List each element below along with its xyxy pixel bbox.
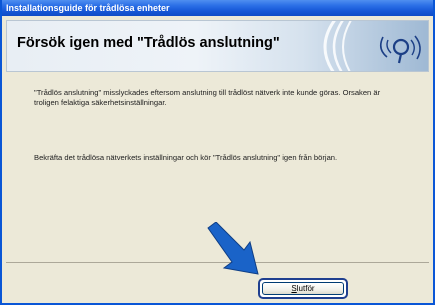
header-banner: Försök igen med "Trådlös anslutning"	[6, 20, 429, 72]
installer-window: Installationsguide för trådlösa enheter …	[0, 0, 435, 305]
error-message: "Trådlös anslutning" misslyckades efters…	[34, 88, 381, 107]
wireless-signal-icon	[323, 21, 421, 71]
arrow-pointer-icon	[207, 222, 259, 275]
instruction-message: Bekräfta det trådlösa nätverkets inställ…	[34, 153, 338, 162]
finish-button-label: lutför	[296, 284, 315, 293]
finish-button[interactable]: Slutför	[258, 278, 348, 299]
page-title: Försök igen med "Trådlös anslutning"	[17, 35, 280, 51]
finish-button-face[interactable]: Slutför	[262, 282, 344, 295]
window-title: Installationsguide för trådlösa enheter	[6, 3, 170, 13]
window-titlebar: Installationsguide för trådlösa enheter	[2, 0, 433, 16]
